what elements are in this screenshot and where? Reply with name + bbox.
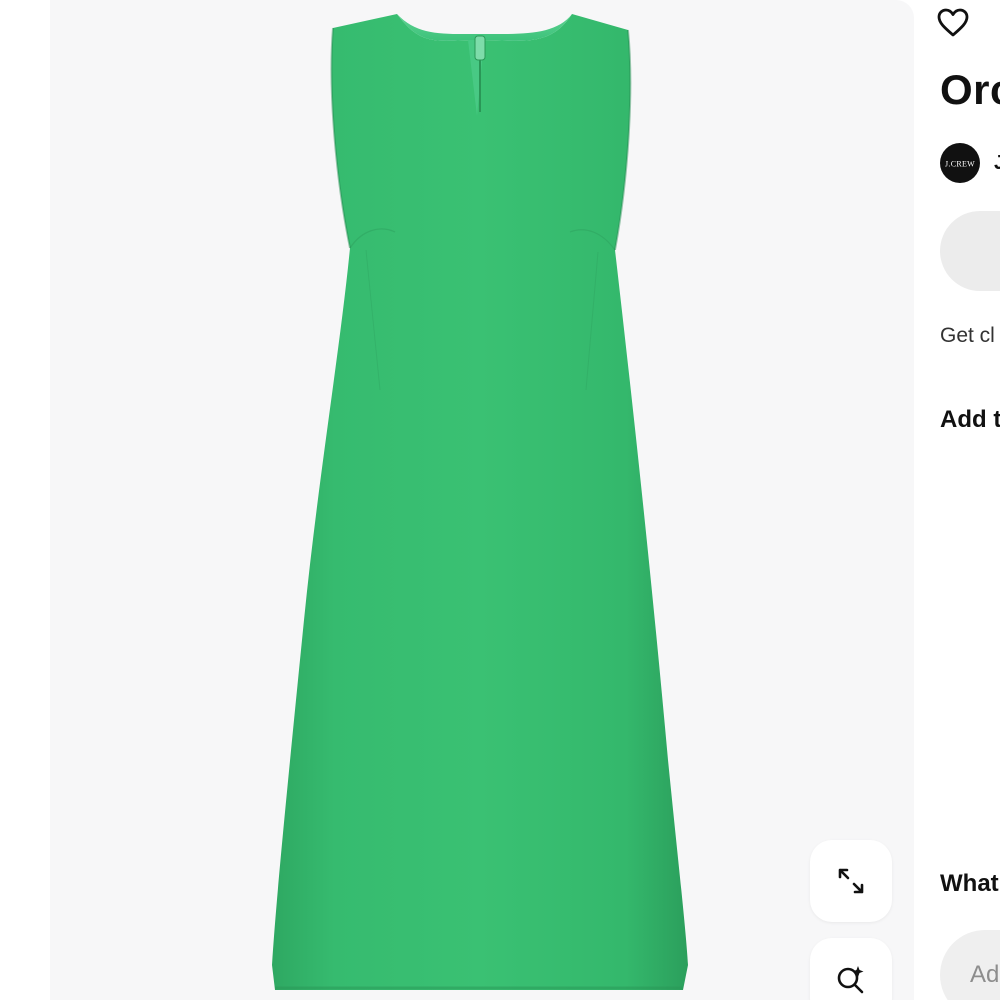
expand-arrows-icon xyxy=(838,868,864,894)
add-section-label: Add t xyxy=(940,406,1000,433)
pin-title: Orc xyxy=(940,66,1000,113)
save-heart-button[interactable] xyxy=(934,4,972,42)
brand-profile-link[interactable]: J.CREW J xyxy=(940,143,1000,183)
comment-input[interactable] xyxy=(940,930,1000,1000)
expand-button[interactable] xyxy=(810,840,892,922)
brand-name: J xyxy=(994,151,1000,174)
product-image xyxy=(272,14,688,990)
action-pill-button[interactable] xyxy=(940,211,1000,291)
heart-outline-icon xyxy=(937,8,969,37)
brand-avatar: J.CREW xyxy=(940,143,980,183)
visual-search-button[interactable] xyxy=(810,938,892,1000)
product-media-panel xyxy=(50,0,914,1000)
helper-text: Get cl xyxy=(940,324,995,347)
comments-heading: What xyxy=(940,870,999,897)
pin-detail-page: Orc J.CREW J Get cl Add t What xyxy=(0,0,1000,1000)
brand-logo-text: J.CREW xyxy=(944,158,976,168)
pin-details-sidebar: Orc J.CREW J Get cl Add t What xyxy=(914,0,1000,1000)
visual-search-icon xyxy=(837,966,864,994)
